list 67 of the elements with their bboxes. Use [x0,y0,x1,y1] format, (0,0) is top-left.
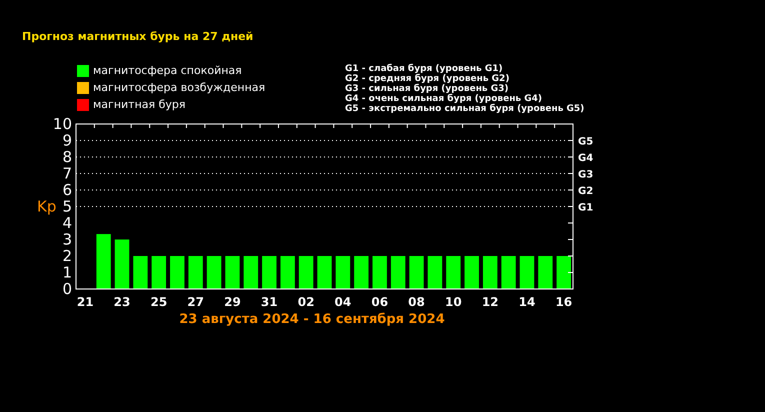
storm-level-text: G1 - слабая буря (уровень G1) [345,64,504,74]
storm-level-tick-label: G3 [578,170,594,180]
x-tick-label: 12 [482,295,499,309]
x-tick-label: 02 [298,295,314,309]
x-tick-label: 21 [76,295,94,309]
bar [114,240,130,289]
x-tick-label: 31 [260,295,278,309]
x-tick-label: 04 [334,295,352,309]
bar [556,256,571,289]
bar [372,256,387,289]
bar [225,256,240,289]
bar [336,256,350,289]
storm-level-tick-label: G2 [578,186,594,197]
x-tick-label: 23 [114,295,130,309]
bar [482,256,498,289]
date-range-label: 23 августа 2024 - 16 сентября 2024 [179,312,445,327]
y-tick-label: 8 [62,148,72,166]
x-tick-label: 27 [187,295,204,309]
storm-level-tick-label: G4 [578,153,594,164]
bar [520,256,534,289]
bar [354,256,369,289]
y-tick-label: 5 [62,198,72,216]
legend-label: магнитосфера спокойная [93,64,242,78]
bar [188,256,203,289]
storm-level-tick-label: G5 [578,136,594,148]
y-tick-label: 10 [52,115,72,133]
y-tick-label: 3 [62,230,72,248]
x-tick-label: 29 [224,295,241,309]
page-title: Прогноз магнитных бурь на 27 дней [22,29,254,45]
bar [317,256,332,289]
storm-level-tick-label: G1 [578,202,594,214]
bar [409,256,424,289]
y-tick-label: 7 [62,164,72,182]
bar [280,256,295,289]
storm-level-text: G2 - средняя буря (уровень G2) [345,74,510,84]
x-tick-label: 14 [518,295,536,309]
bar [206,256,222,289]
x-tick-label: 10 [445,295,462,309]
bar [133,256,148,289]
storm-level-text: G5 - экстремально сильная буря (уровень G5) [345,104,584,114]
x-tick-label: 25 [150,295,168,309]
y-tick-label: 4 [62,214,72,232]
legend-label: магнитная буря [93,98,186,112]
bar [464,256,479,289]
bar [538,256,553,289]
bar [428,256,442,289]
bar [446,256,461,289]
bar [96,234,111,289]
x-tick-label: 08 [408,295,425,309]
bar [298,256,314,289]
x-tick-label: 16 [555,295,572,309]
legend-label: магнитосфера возбужденная [93,81,266,95]
bar [152,256,166,289]
bar [390,256,406,289]
x-tick-label: 06 [371,295,388,309]
storm-level-text: G3 - сильная буря (уровень G3) [345,84,510,94]
bar [262,256,276,289]
bar [244,256,258,289]
storm-level-text: G4 - очень сильная буря (уровень G4) [345,94,544,104]
y-tick-label: 0 [62,280,72,298]
y-tick-label: 2 [62,247,72,265]
y-tick-label: 1 [62,264,72,282]
y-tick-label: 9 [62,132,72,150]
bar [501,256,516,289]
bar [170,256,184,289]
y-axis-label: Kp [37,197,56,216]
y-tick-label: 6 [62,181,72,199]
